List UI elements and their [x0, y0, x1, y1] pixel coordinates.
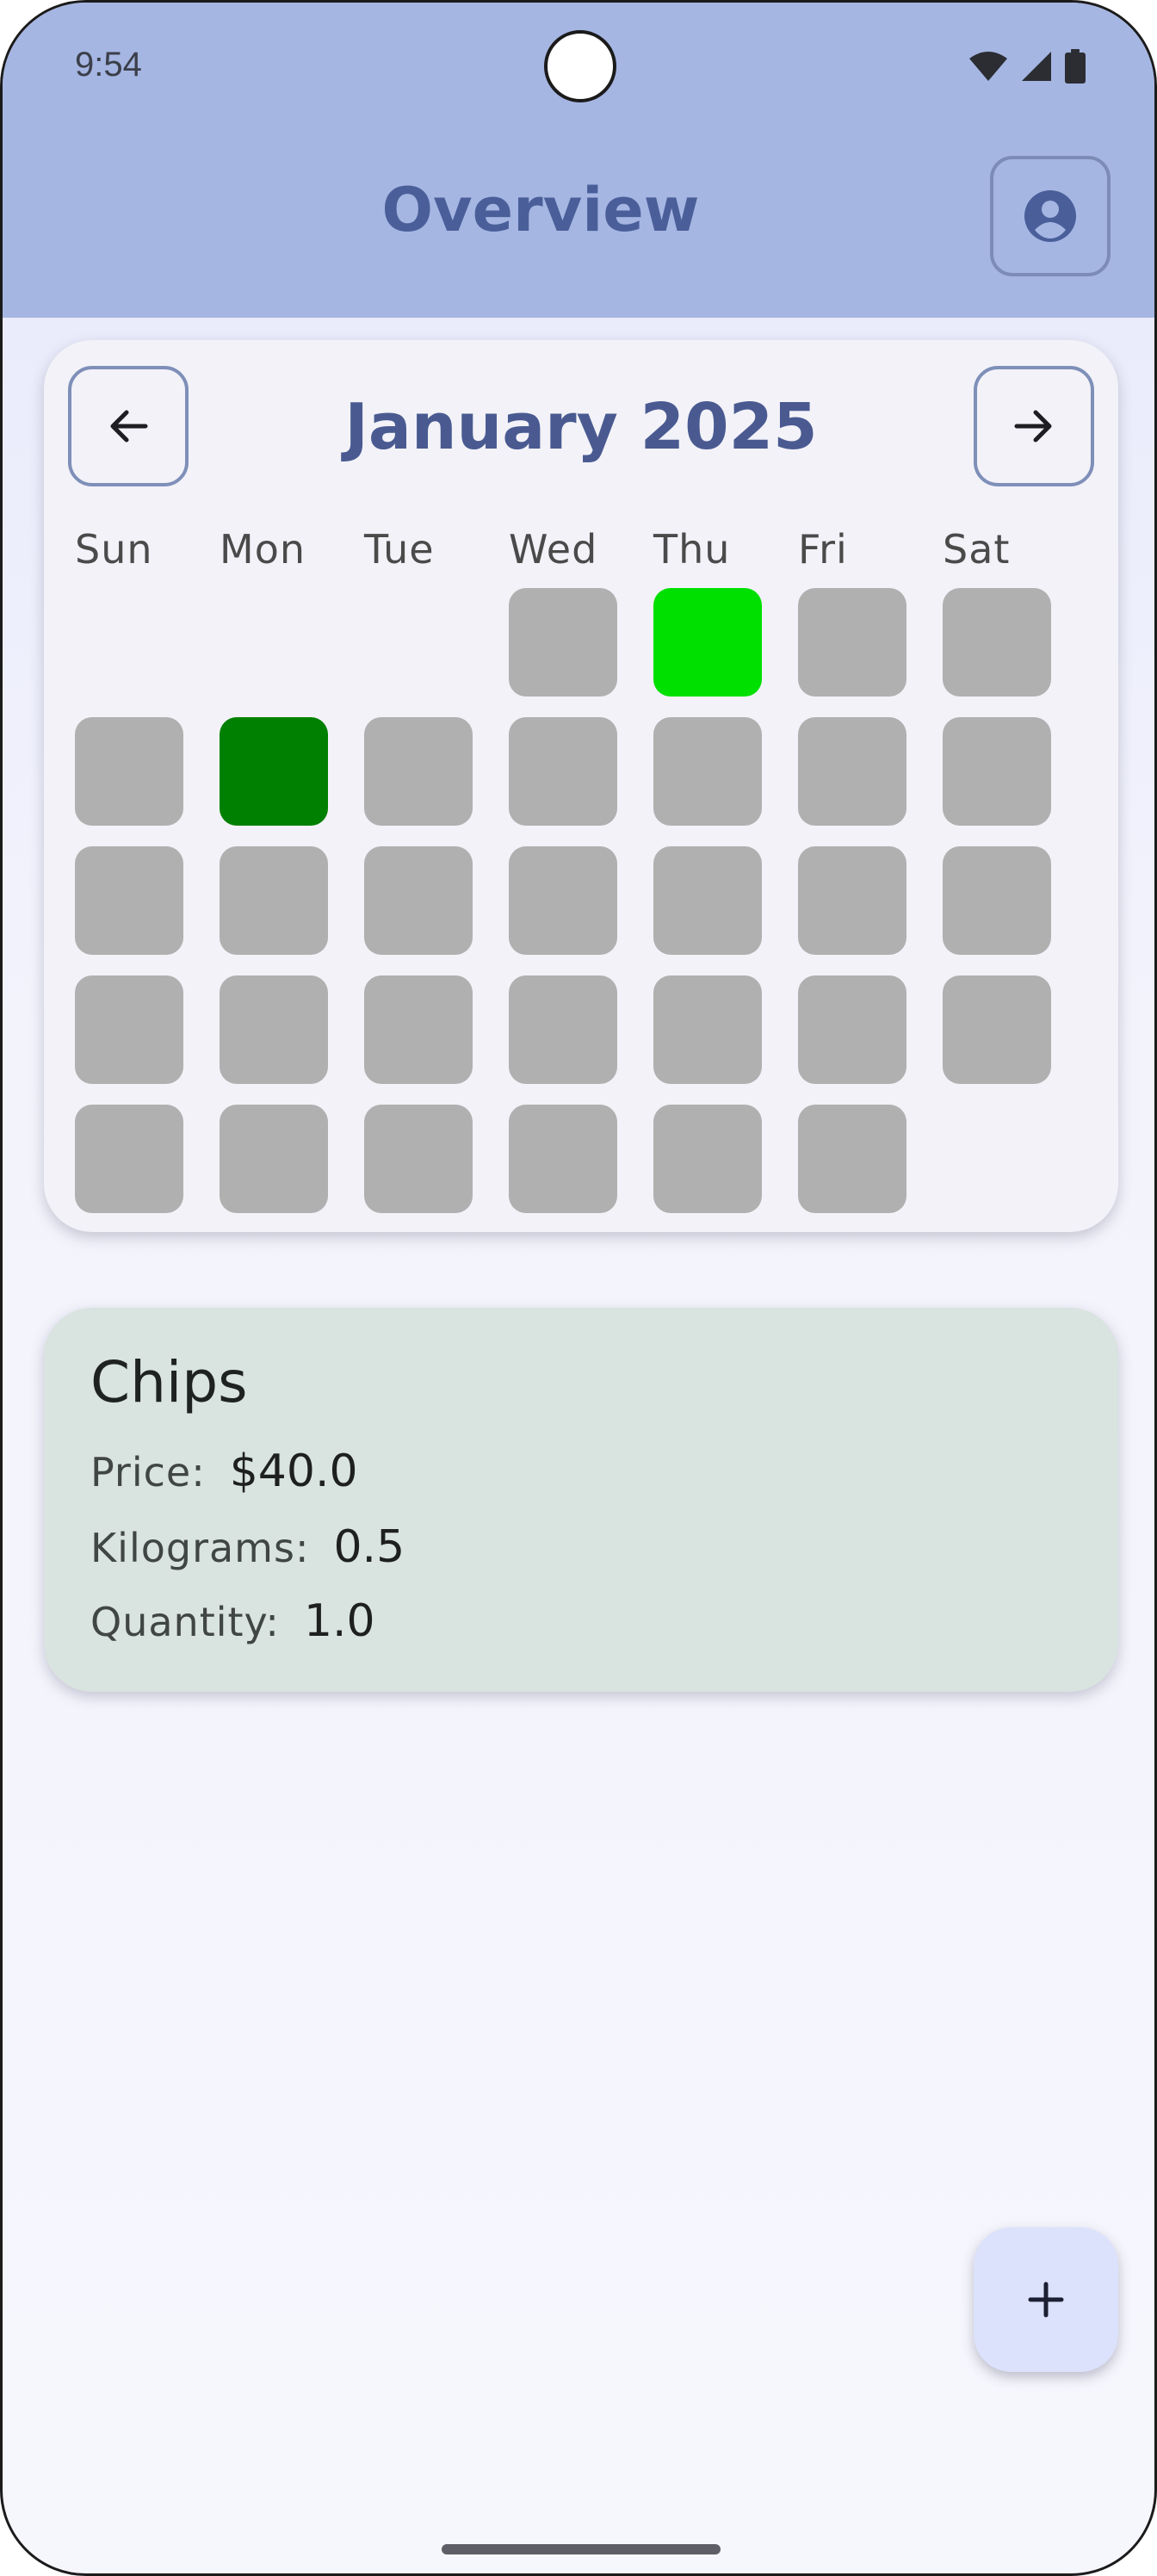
price-value: $40.0: [229, 1446, 358, 1497]
item-card[interactable]: Chips Price: $40.0 Kilograms: 0.5 Quanti…: [44, 1308, 1118, 1692]
day-cell-25[interactable]: [943, 975, 1051, 1084]
day-cell-29[interactable]: [509, 1105, 617, 1213]
day-cell-4[interactable]: [943, 588, 1051, 697]
day-cell-15[interactable]: [509, 846, 617, 955]
day-cell-24[interactable]: [798, 975, 906, 1084]
month-title: January 2025: [344, 390, 818, 464]
quantity-row: Quantity: 1.0: [90, 1595, 375, 1647]
phone-screen: 9:54 Overview January 2025 Sun Mon Tue W…: [0, 0, 1157, 2576]
weekday-tue: Tue: [364, 526, 435, 573]
day-cell-5[interactable]: [75, 717, 183, 826]
day-cell-12[interactable]: [75, 846, 183, 955]
day-cell-26[interactable]: [75, 1105, 183, 1213]
day-cell-28[interactable]: [364, 1105, 473, 1213]
day-cell-2[interactable]: [653, 588, 762, 697]
weekday-fri: Fri: [798, 526, 848, 573]
battery-icon: [1065, 49, 1086, 84]
arrow-right-icon: [1014, 410, 1052, 443]
page-title: Overview: [381, 175, 700, 245]
item-name: Chips: [90, 1349, 248, 1415]
day-cell-20[interactable]: [220, 975, 328, 1084]
account-circle-icon: [1024, 190, 1076, 242]
day-cell-17[interactable]: [798, 846, 906, 955]
status-icons: [968, 49, 1086, 84]
price-label: Price:: [90, 1449, 206, 1495]
calendar-card: January 2025 Sun Mon Tue Wed Thu Fri Sat: [44, 340, 1118, 1232]
day-cell-8[interactable]: [509, 717, 617, 826]
quantity-label: Quantity:: [90, 1599, 280, 1645]
day-cell-31[interactable]: [798, 1105, 906, 1213]
day-cell-18[interactable]: [943, 846, 1051, 955]
weekday-mon: Mon: [220, 526, 306, 573]
kilograms-value: 0.5: [333, 1521, 405, 1573]
day-cell-22[interactable]: [509, 975, 617, 1084]
next-month-button[interactable]: [974, 366, 1094, 486]
day-cell-16[interactable]: [653, 846, 762, 955]
day-cell-21[interactable]: [364, 975, 473, 1084]
app-bar: 9:54 Overview: [3, 3, 1154, 318]
plus-icon: [1028, 2282, 1064, 2318]
day-cell-23[interactable]: [653, 975, 762, 1084]
day-cell-13[interactable]: [220, 846, 328, 955]
add-item-button[interactable]: [974, 2227, 1118, 2372]
day-cell-27[interactable]: [220, 1105, 328, 1213]
status-time: 9:54: [75, 46, 142, 84]
day-cell-7[interactable]: [364, 717, 473, 826]
kilograms-row: Kilograms: 0.5: [90, 1521, 405, 1573]
weekday-sun: Sun: [75, 526, 153, 573]
day-cell-9[interactable]: [653, 717, 762, 826]
signal-icon: [1022, 52, 1051, 81]
camera-cutout: [544, 30, 616, 102]
day-cell-10[interactable]: [798, 717, 906, 826]
quantity-value: 1.0: [303, 1595, 375, 1647]
wifi-icon: [969, 52, 1007, 81]
profile-button[interactable]: [990, 156, 1111, 276]
day-cell-6[interactable]: [220, 717, 328, 826]
weekday-sat: Sat: [943, 526, 1011, 573]
day-cell-30[interactable]: [653, 1105, 762, 1213]
day-cell-3[interactable]: [798, 588, 906, 697]
day-cell-14[interactable]: [364, 846, 473, 955]
kilograms-label: Kilograms:: [90, 1525, 310, 1571]
price-row: Price: $40.0: [90, 1446, 358, 1497]
day-cell-11[interactable]: [943, 717, 1051, 826]
weekday-thu: Thu: [653, 526, 731, 573]
weekday-wed: Wed: [509, 526, 598, 573]
day-cell-1[interactable]: [509, 588, 617, 697]
home-indicator[interactable]: [442, 2544, 721, 2554]
day-cell-19[interactable]: [75, 975, 183, 1084]
